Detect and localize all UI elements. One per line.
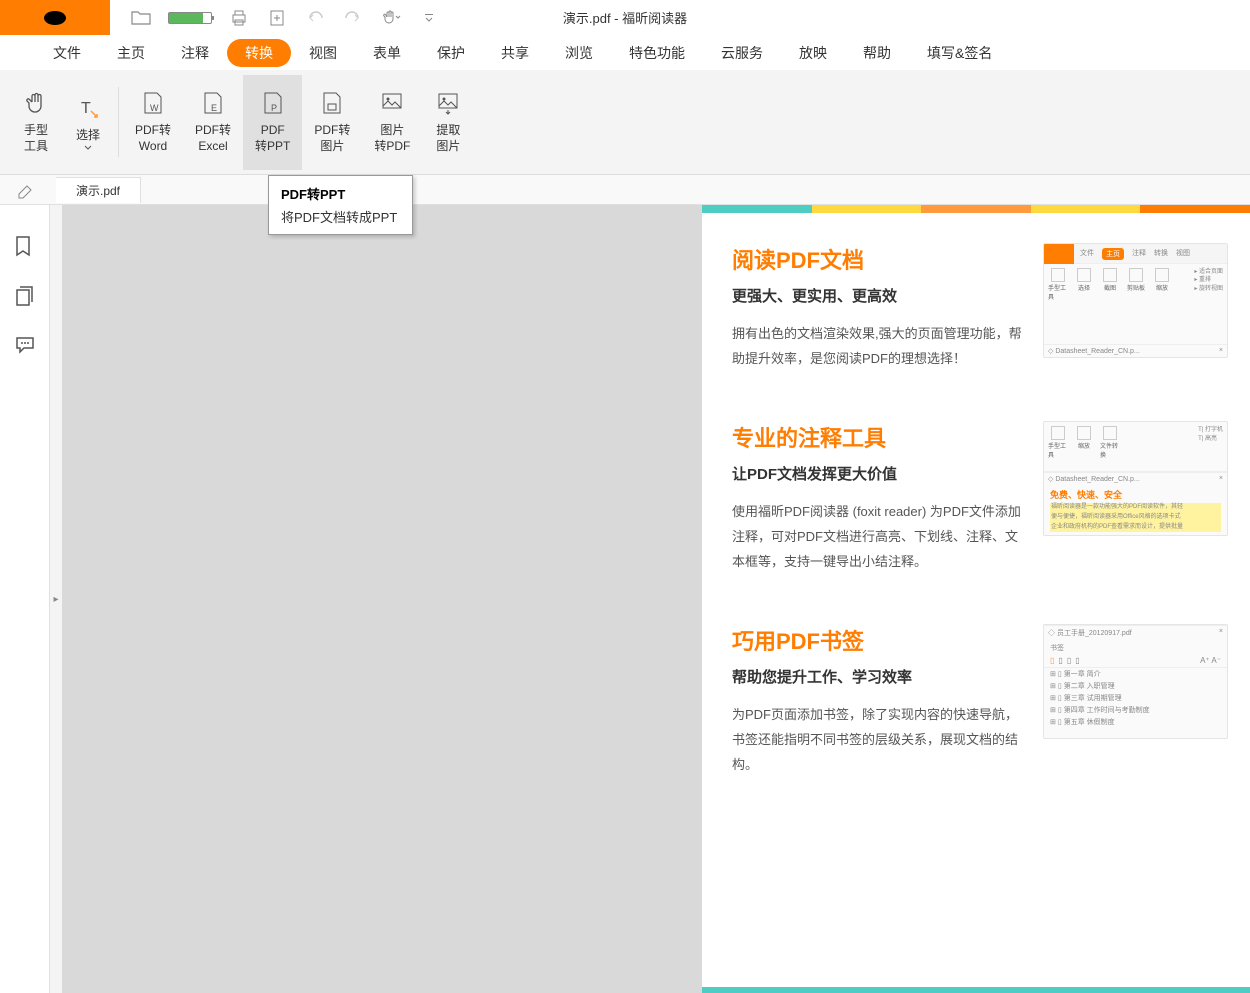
ribbon-label: PDF转 Word [135,123,171,154]
menu-item-1[interactable]: 主页 [99,37,163,69]
feature-screenshot: 手型工具缩放文件转换T| 打字机T| 高亮◇ Datasheet_Reader_… [1043,421,1228,536]
more-dropdown-icon[interactable] [418,7,440,29]
menu-item-7[interactable]: 共享 [483,37,547,69]
print-icon[interactable] [228,7,250,29]
feature-title: 专业的注释工具 [732,421,1025,453]
window-title: 演示.pdf - 福昕阅读器 [563,8,687,27]
document-tab-bar: 演示.pdf [0,175,1250,205]
menu-item-2[interactable]: 注释 [163,37,227,69]
ribbon-label: PDF转 图片 [314,123,350,154]
ribbon-btn-6[interactable]: 图片 转PDF [362,75,422,170]
svg-text:E: E [211,103,217,113]
ribbon-icon-0 [22,89,50,117]
ribbon-toolbar: 手型 工具 T 选择 W PDF转 Word E PDF转 Excel P PDF 转PPT PD… [0,70,1250,175]
ribbon-btn-1[interactable]: T 选择 [62,75,114,170]
menu-item-3[interactable]: 转换 [227,39,291,67]
feature-description: 使用福昕PDF阅读器 (foxit reader) 为PDF文件添加注释，可对P… [732,500,1025,574]
main-area: ▸ 阅读PDF文档更强大、更实用、更高效拥有出色的文档渲染效果,强大的页面管理功… [0,205,1250,993]
undo-icon[interactable] [304,7,326,29]
menu-bar: 文件主页注释转换视图表单保护共享浏览特色功能云服务放映帮助填写&签名 [0,35,1250,70]
tooltip: PDF转PPT 将PDF文档转成PPT [268,175,413,235]
feature-section-1: 专业的注释工具让PDF文档发挥更大价值使用福昕PDF阅读器 (foxit rea… [702,391,1250,594]
document-view-left-page[interactable] [62,205,702,993]
ribbon-label: PDF 转PPT [255,123,290,154]
eraser-icon[interactable] [15,180,35,200]
ribbon-icon-7 [434,89,462,117]
pages-icon[interactable] [14,285,36,307]
decorative-stripe [702,205,1250,213]
ribbon-icon-4: P [259,89,287,117]
decorative-bottom-stripe [702,987,1250,993]
chevron-right-icon: ▸ [53,594,58,605]
document-view-right-page[interactable]: 阅读PDF文档更强大、更实用、更高效拥有出色的文档渲染效果,强大的页面管理功能，… [702,205,1250,993]
ribbon-btn-0[interactable]: 手型 工具 [10,75,62,170]
feature-subtitle: 让PDF文档发挥更大价值 [732,463,1025,484]
tooltip-title: PDF转PPT [281,184,400,203]
feature-subtitle: 更强大、更实用、更高效 [732,285,1025,306]
ribbon-icon-5 [318,89,346,117]
ribbon-label: 选择 [76,128,100,144]
menu-item-8[interactable]: 浏览 [547,37,611,69]
app-logo [0,0,110,35]
hand-dropdown-icon[interactable] [380,7,402,29]
title-bar: 演示.pdf - 福昕阅读器 [0,0,1250,35]
open-icon[interactable] [130,7,152,29]
ribbon-label: PDF转 Excel [195,123,231,154]
battery-indicator [168,12,212,24]
menu-item-13[interactable]: 填写&签名 [909,37,1010,69]
ribbon-icon-2: W [139,89,167,117]
ribbon-btn-5[interactable]: PDF转 图片 [302,75,362,170]
menu-item-6[interactable]: 保护 [419,37,483,69]
feature-screenshot: 文件主页注释转换视图手型工具选择截图剪贴板缩放▸ 适合页面▸ 重排▸ 旋转视图◇… [1043,243,1228,358]
ribbon-icon-1: T [74,94,102,122]
feature-description: 拥有出色的文档渲染效果,强大的页面管理功能，帮助提升效率，是您阅读PDF的理想选… [732,322,1025,371]
svg-text:T: T [81,100,91,117]
ribbon-btn-3[interactable]: E PDF转 Excel [183,75,243,170]
comments-icon[interactable] [14,335,36,357]
menu-item-10[interactable]: 云服务 [703,37,781,69]
menu-item-12[interactable]: 帮助 [845,37,909,69]
feature-section-2: 巧用PDF书签帮助您提升工作、学习效率为PDF页面添加书签，除了实现内容的快速导… [702,594,1250,797]
left-sidebar [0,205,50,993]
ribbon-label: 提取 图片 [436,123,460,154]
save-icon[interactable] [266,7,288,29]
ribbon-icon-3: E [199,89,227,117]
ribbon-label: 图片 转PDF [374,123,410,154]
ribbon-icon-6 [378,89,406,117]
menu-item-11[interactable]: 放映 [781,37,845,69]
ribbon-label: 手型 工具 [24,123,48,154]
document-tab[interactable]: 演示.pdf [56,177,141,203]
ribbon-btn-2[interactable]: W PDF转 Word [123,75,183,170]
feature-section-0: 阅读PDF文档更强大、更实用、更高效拥有出色的文档渲染效果,强大的页面管理功能，… [702,213,1250,391]
bookmark-icon[interactable] [14,235,36,257]
panel-splitter[interactable]: ▸ [50,205,62,993]
svg-text:P: P [271,103,277,113]
redo-icon[interactable] [342,7,364,29]
menu-item-5[interactable]: 表单 [355,37,419,69]
quick-access-toolbar [130,7,440,29]
menu-item-9[interactable]: 特色功能 [611,37,703,69]
ribbon-btn-4[interactable]: P PDF 转PPT [243,75,302,170]
feature-subtitle: 帮助您提升工作、学习效率 [732,666,1025,687]
feature-description: 为PDF页面添加书签，除了实现内容的快速导航，书签还能指明不同书签的层级关系，展… [732,703,1025,777]
feature-screenshot: ◇ 员工手册_20120917.pdf×书签▯▯▯▯A⁺ A⁻⊞▯第一章 简介⊞… [1043,624,1228,739]
ribbon-btn-7[interactable]: 提取 图片 [422,75,474,170]
tooltip-description: 将PDF文档转成PPT [281,207,400,226]
menu-item-0[interactable]: 文件 [35,37,99,69]
feature-title: 巧用PDF书签 [732,624,1025,656]
menu-item-4[interactable]: 视图 [291,37,355,69]
feature-title: 阅读PDF文档 [732,243,1025,275]
svg-text:W: W [150,103,159,113]
